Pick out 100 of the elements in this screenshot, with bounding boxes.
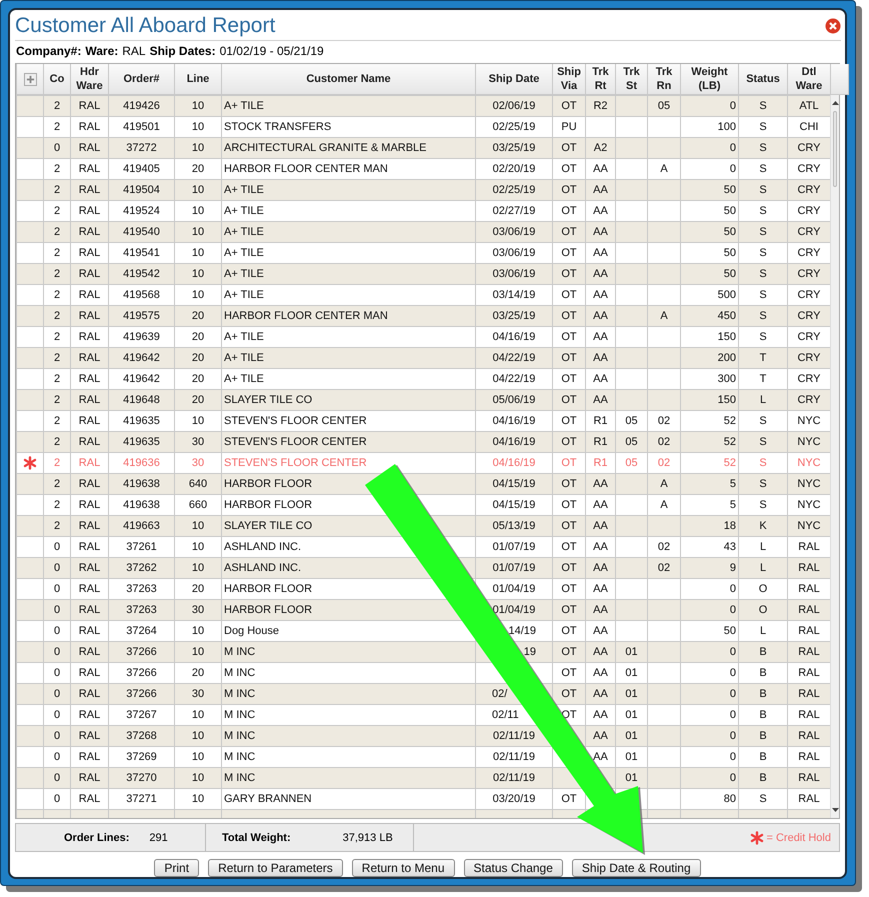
table-cell [648, 726, 680, 746]
summary-label: Order Lines: [64, 832, 130, 844]
column-header[interactable]: Line [174, 64, 222, 94]
table-cell: AA [586, 684, 616, 704]
table-cell: 01 [616, 726, 648, 746]
action-button[interactable]: Status Change [464, 859, 563, 877]
table-cell: 05 [648, 96, 680, 116]
table-cell: AA [586, 726, 616, 746]
column-header[interactable]: Dtl Ware [788, 64, 830, 94]
table-cell: RAL [70, 432, 108, 452]
column-header[interactable]: Trk Rt [586, 64, 616, 94]
table-cell: S [738, 138, 788, 158]
table-cell: 419638 [108, 474, 174, 494]
table-cell [648, 684, 680, 704]
table-cell: 2 [44, 432, 70, 452]
action-button[interactable]: Ship Date & Routing [572, 859, 701, 877]
table-cell: AA [586, 474, 616, 494]
table-cell: OT [552, 474, 586, 494]
column-header[interactable]: Co [44, 64, 70, 94]
close-button[interactable] [825, 18, 841, 34]
table-cell: 0 [680, 600, 738, 620]
criteria-value: RAL [122, 44, 146, 58]
table-cell: 10 [174, 222, 222, 242]
table-cell: 0 [44, 558, 70, 578]
table-cell: 640 [174, 474, 222, 494]
table-cell: RAL [788, 726, 830, 746]
table-cell: ATL [788, 96, 830, 116]
table-cell: 03/06/19 [476, 264, 552, 284]
table-cell: 50 [680, 180, 738, 200]
table-cell: 0 [680, 642, 738, 662]
table-cell: 05 [616, 432, 648, 452]
table-cell: 10 [174, 138, 222, 158]
column-header[interactable]: Trk St [616, 64, 648, 94]
column-header[interactable]: Order# [108, 64, 174, 94]
column-header[interactable]: Weight (LB) [680, 64, 738, 94]
table-cell: AA [586, 222, 616, 242]
column-header[interactable]: Status [738, 64, 788, 94]
table-cell: 37272 [108, 138, 174, 158]
table-cell: RAL [70, 516, 108, 536]
table-cell: 419635 [108, 432, 174, 452]
scroll-up-icon[interactable] [832, 101, 838, 105]
table-cell: 10 [174, 264, 222, 284]
table-cell: 0 [680, 726, 738, 746]
column-header[interactable]: Trk Rn [648, 64, 680, 94]
table-cell: RAL [70, 600, 108, 620]
table-cell: A+ TILE [222, 180, 476, 200]
table-cell: AA [586, 390, 616, 410]
table-cell: OT [552, 600, 586, 620]
table-cell: A [648, 306, 680, 326]
add-button[interactable] [24, 72, 36, 86]
table-cell: RAL [788, 600, 830, 620]
table-cell: AA [586, 180, 616, 200]
action-button[interactable]: Return to Parameters [208, 859, 343, 877]
table-cell: 30 [174, 600, 222, 620]
table-cell: 01 [616, 684, 648, 704]
action-button[interactable]: Print [154, 859, 200, 877]
table-cell: 50 [680, 222, 738, 242]
table-cell [648, 222, 680, 242]
table-cell: 02/06/19 [476, 96, 552, 116]
column-header[interactable]: Customer Name [222, 64, 476, 94]
table-cell: 05/13/19 [476, 516, 552, 536]
table-cell: AA [586, 516, 616, 536]
table-cell: 10 [174, 96, 222, 116]
table-cell: 20 [174, 390, 222, 410]
table-cell: S [738, 222, 788, 242]
scrollbar[interactable] [830, 95, 839, 818]
table-cell: 0 [680, 138, 738, 158]
table-cell: SLAYER TILE CO [222, 390, 476, 410]
table-cell: B [738, 768, 788, 788]
table-cell: RAL [788, 642, 830, 662]
table-cell: 03/25/19 [476, 306, 552, 326]
table-cell: 18 [680, 516, 738, 536]
table-cell: 450 [680, 306, 738, 326]
table-cell [616, 264, 648, 284]
table-cell: 0 [680, 96, 738, 116]
table-cell: OT [552, 684, 586, 704]
table-cell: AA [586, 264, 616, 284]
criteria-value: 01/02/19 - 05/21/19 [220, 44, 324, 58]
table-cell: 2 [44, 474, 70, 494]
column-header[interactable]: Ship Date [476, 64, 552, 94]
table-cell: K [738, 516, 788, 536]
column-header[interactable]: Ship Via [552, 64, 586, 94]
action-button[interactable]: Return to Menu [352, 859, 454, 877]
scroll-down-icon[interactable] [832, 808, 838, 812]
table-cell: 0 [680, 684, 738, 704]
table-cell: 01/07/19 [476, 558, 552, 578]
table-cell [648, 348, 680, 368]
table-cell: CRY [788, 390, 830, 410]
table-cell: OT [552, 180, 586, 200]
table-cell: 419542 [108, 264, 174, 284]
criteria-label: Company#: [16, 44, 82, 58]
table-cell: 02 [648, 558, 680, 578]
table-cell [616, 600, 648, 620]
table-cell [648, 264, 680, 284]
table-cell: 01 [616, 642, 648, 662]
table-cell: RAL [70, 180, 108, 200]
table-cell [648, 642, 680, 662]
table-cell: 0 [44, 684, 70, 704]
column-header[interactable]: Hdr Ware [70, 64, 108, 94]
table-cell [616, 516, 648, 536]
